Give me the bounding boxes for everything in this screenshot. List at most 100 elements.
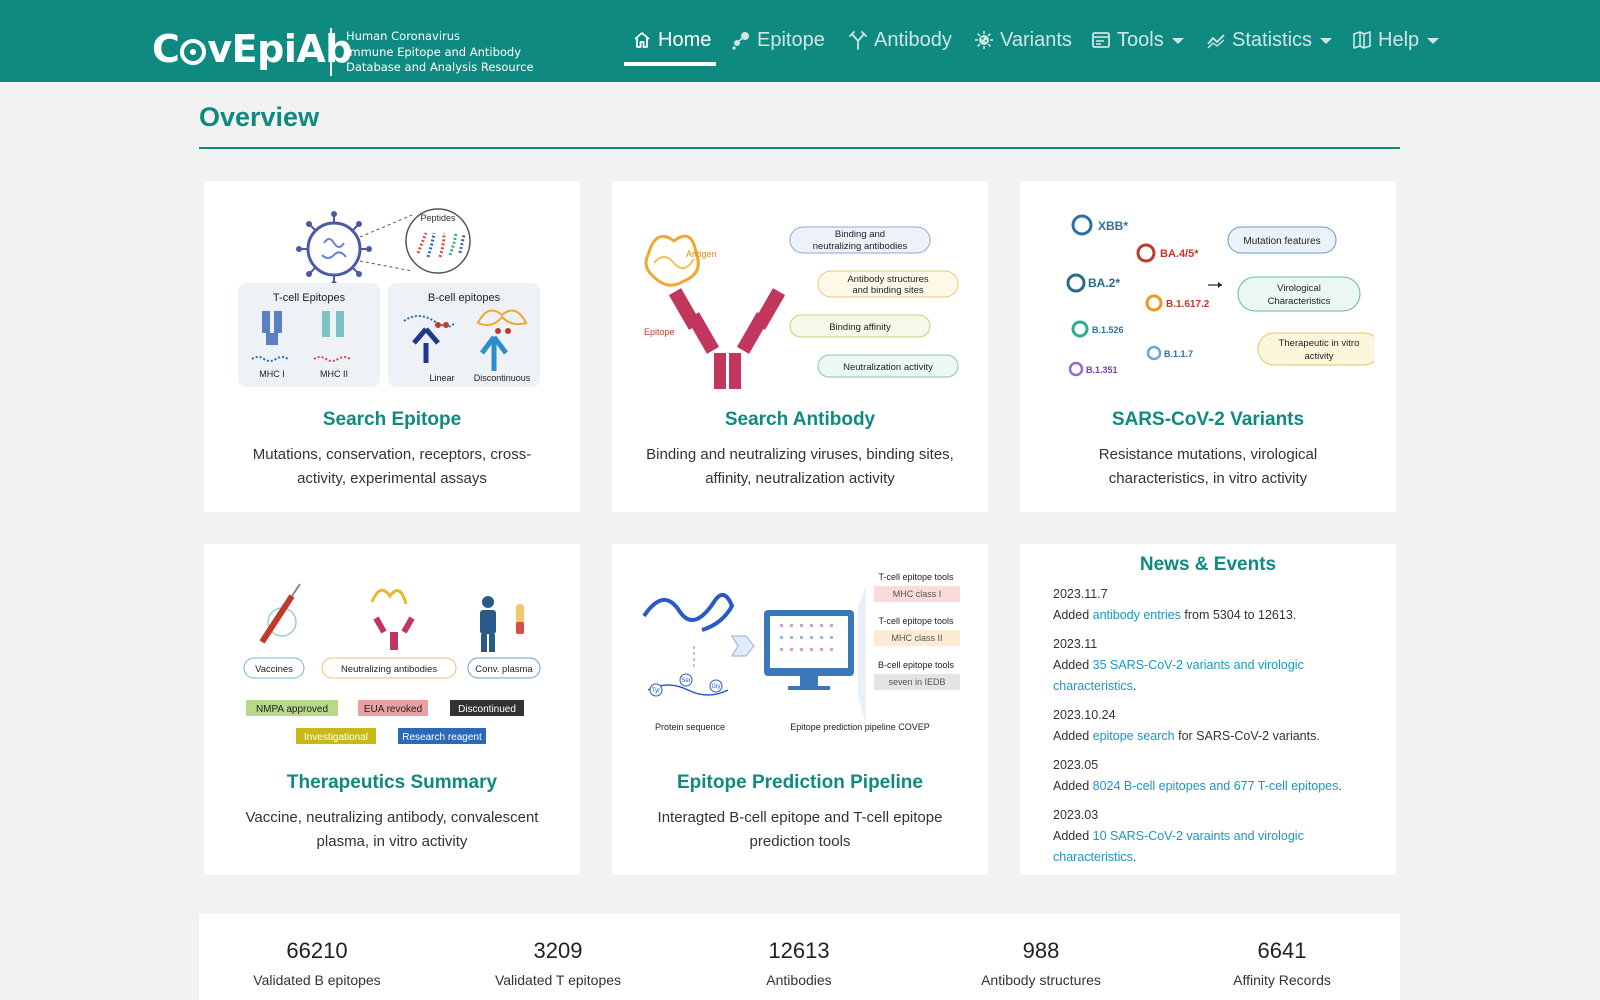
- svg-text:BA.4/5*: BA.4/5*: [1160, 248, 1199, 260]
- news-link[interactable]: epitope search: [1093, 729, 1175, 743]
- news-date: 2023.10.24: [1053, 708, 1116, 722]
- svg-text:Discontinued: Discontinued: [458, 704, 516, 715]
- stat-number: 12613: [768, 938, 830, 963]
- card-title[interactable]: Search Epitope: [204, 409, 580, 431]
- logo-subtitle: Human Coronavirus Immune Epitope and Ant…: [346, 29, 534, 74]
- svg-text:XBB*: XBB*: [1098, 219, 1128, 233]
- svg-text:Neutralization activity: Neutralization activity: [843, 362, 933, 373]
- svg-text:Ser: Ser: [681, 678, 690, 684]
- chevron-down-icon: [1320, 38, 1333, 44]
- card-therapeutics[interactable]: Vaccines Neutralizing antibodies Conv. p…: [204, 544, 580, 875]
- svg-text:B.1.1.7: B.1.1.7: [1164, 349, 1193, 359]
- svg-text:MHC class I: MHC class I: [893, 589, 942, 599]
- stat-number: 3209: [533, 938, 583, 963]
- book-icon: [1352, 30, 1372, 50]
- svg-text:NMPA approved: NMPA approved: [256, 704, 328, 715]
- card-epitope-prediction[interactable]: Tyr Ser Gly T-cell epitope tools MHC cla…: [612, 544, 988, 875]
- svg-text:Binding affinity: Binding affinity: [829, 322, 891, 333]
- stat-label: Antibodies: [766, 972, 832, 988]
- nav-epitope[interactable]: Epitope: [731, 24, 825, 56]
- nav-tools-dropdown[interactable]: Tools: [1091, 24, 1184, 56]
- syringe-icon: [259, 583, 301, 644]
- stat-number: 66210: [286, 938, 348, 963]
- virus-logo-icon: [180, 39, 207, 65]
- svg-text:BA.2*: BA.2*: [1088, 276, 1120, 290]
- svg-text:and binding sites: and binding sites: [852, 285, 924, 296]
- antibody-icon: [848, 30, 868, 50]
- stat-affinity-records: 6641 Affinity Records: [1182, 936, 1382, 988]
- nav-antibody[interactable]: Antibody: [848, 24, 952, 56]
- svg-text:Peptides: Peptides: [420, 213, 456, 223]
- svg-text:seven in IEDB: seven in IEDB: [888, 677, 945, 687]
- logo-divider: [330, 28, 332, 76]
- epitope-figure: Peptides T-cell Epitopes B-cell epitopes…: [238, 208, 540, 387]
- news-item: 2023.05 Added 8024 B-cell epitopes and 6…: [1053, 755, 1353, 797]
- stat-t-epitopes: 3209 Validated T epitopes: [458, 936, 658, 988]
- svg-text:T-cell epitope tools: T-cell epitope tools: [878, 616, 954, 626]
- stat-number: 6641: [1257, 938, 1307, 963]
- site-logo[interactable]: CvEpiAb: [152, 24, 352, 74]
- svg-text:MHC II: MHC II: [320, 369, 348, 379]
- nav-statistics-dropdown[interactable]: Statistics: [1206, 24, 1333, 56]
- logo-text: CvEpiAb: [152, 27, 352, 71]
- stat-label: Validated B epitopes: [253, 972, 381, 988]
- news-panel: News & Events 2023.11.7 Added antibody e…: [1020, 544, 1396, 875]
- svg-text:Neutralizing antibodies: Neutralizing antibodies: [341, 664, 437, 675]
- svg-text:B-cell epitope tools: B-cell epitope tools: [878, 660, 955, 670]
- card-variants[interactable]: XBB* BA.4/5* BA.2* B.1.617.2 B.1.526 B.1…: [1020, 181, 1396, 512]
- stats-bar: 66210 Validated B epitopes 3209 Validate…: [199, 914, 1400, 1000]
- card-search-epitope[interactable]: Peptides T-cell Epitopes B-cell epitopes…: [204, 181, 580, 512]
- card-title[interactable]: Search Antibody: [612, 409, 988, 431]
- svg-text:Characteristics: Characteristics: [1268, 296, 1331, 307]
- news-link[interactable]: antibody entries: [1093, 608, 1181, 622]
- svg-text:Antibody structures: Antibody structures: [847, 274, 929, 285]
- svg-text:Gly: Gly: [712, 684, 721, 690]
- card-description: Interagted B-cell epitope and T-cell epi…: [657, 809, 943, 850]
- card-description: Vaccine, neutralizing antibody, convales…: [245, 809, 539, 850]
- news-item: 2023.11 Added 35 SARS-CoV-2 variants and…: [1053, 634, 1353, 697]
- card-title[interactable]: Therapeutics Summary: [204, 772, 580, 794]
- news-list[interactable]: 2023.11.7 Added antibody entries from 53…: [1053, 584, 1353, 864]
- nav-help-dropdown[interactable]: Help: [1352, 24, 1440, 56]
- card-title[interactable]: Epitope Prediction Pipeline: [612, 772, 988, 794]
- svg-text:Research reagent: Research reagent: [402, 732, 482, 743]
- chart-line-icon: [1206, 30, 1226, 50]
- news-title: News & Events: [1139, 554, 1277, 575]
- neutralizing-antibody-icon: [370, 588, 415, 650]
- svg-text:B-cell epitopes: B-cell epitopes: [428, 292, 501, 304]
- convalescent-plasma-icon: [480, 596, 524, 652]
- page-title: Overview: [199, 102, 320, 132]
- svg-text:Protein sequence: Protein sequence: [655, 722, 725, 732]
- nav-variants[interactable]: Variants: [974, 24, 1072, 56]
- stat-antibody-structures: 988 Antibody structures: [941, 936, 1141, 988]
- svg-text:T-cell Epitopes: T-cell Epitopes: [273, 292, 346, 304]
- tools-icon: [1091, 30, 1111, 50]
- news-date: 2023.11: [1053, 637, 1098, 651]
- virus-icon: [974, 30, 994, 50]
- svg-text:Virological: Virological: [1277, 283, 1321, 294]
- variants-figure: XBB* BA.4/5* BA.2* B.1.617.2 B.1.526 B.1…: [1066, 214, 1374, 377]
- svg-text:neutralizing antibodies: neutralizing antibodies: [813, 241, 908, 252]
- stat-antibodies: 12613 Antibodies: [699, 936, 899, 988]
- svg-text:Tyr: Tyr: [652, 688, 660, 694]
- antibody-icon: [668, 288, 786, 389]
- news-item: 2023.10.24 Added epitope search for SARS…: [1053, 705, 1353, 747]
- chevron-down-icon: [1427, 38, 1440, 44]
- svg-text:B.1.526: B.1.526: [1092, 325, 1124, 335]
- home-icon: [632, 30, 652, 50]
- card-search-antibody[interactable]: Antigen Epitope Binding and neutralizing…: [612, 181, 988, 512]
- news-date: 2023.11.7: [1053, 587, 1108, 601]
- epitope-icon: [731, 30, 751, 50]
- news-item: 2023.03 Added 10 SARS-CoV-2 varaints and…: [1053, 805, 1353, 864]
- nav-home[interactable]: Home: [632, 24, 711, 56]
- stat-label: Validated T epitopes: [494, 972, 622, 988]
- svg-text:Epitope: Epitope: [644, 327, 675, 337]
- svg-text:Investigational: Investigational: [304, 732, 368, 743]
- svg-text:B.1.351: B.1.351: [1086, 365, 1118, 375]
- card-description: Resistance mutations, virological charac…: [1098, 446, 1318, 487]
- antigen-icon: [644, 234, 700, 287]
- card-title[interactable]: SARS-CoV-2 Variants: [1020, 409, 1396, 431]
- therapeutics-figure: Vaccines Neutralizing antibodies Conv. p…: [243, 583, 541, 744]
- news-link[interactable]: 8024 B-cell epitopes and 677 T-cell epit…: [1093, 779, 1339, 793]
- svg-text:EUA revoked: EUA revoked: [364, 704, 422, 715]
